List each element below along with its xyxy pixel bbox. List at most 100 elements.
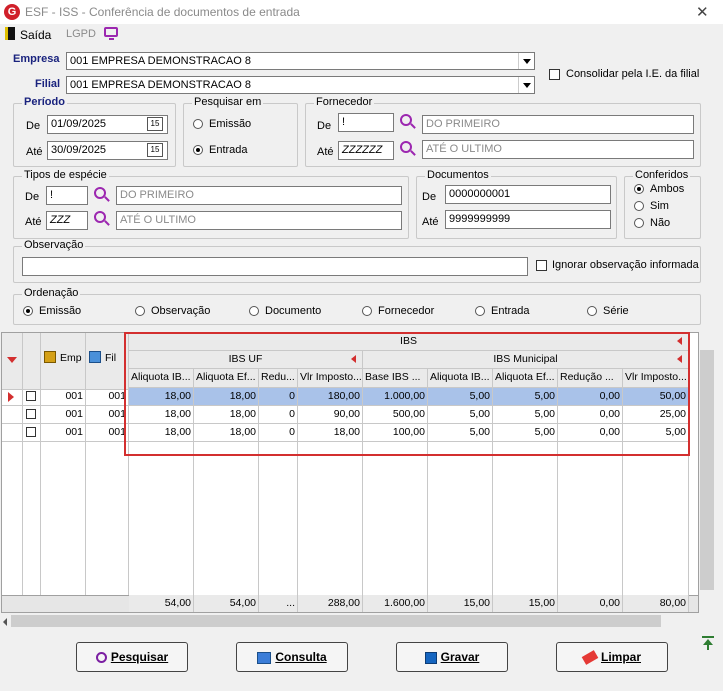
grid-column-line bbox=[622, 442, 623, 595]
grid-column-line bbox=[128, 442, 129, 595]
radio-ambos[interactable] bbox=[634, 184, 644, 194]
documentos-de-label: De bbox=[422, 191, 437, 203]
conferidos-title: Conferidos bbox=[633, 169, 691, 181]
monitor-icon[interactable] bbox=[104, 27, 118, 40]
saida-button[interactable]: Saída bbox=[20, 28, 51, 42]
search-icon[interactable] bbox=[400, 114, 412, 126]
consulta-button[interactable]: Consulta bbox=[236, 642, 348, 672]
scroll-left-icon[interactable] bbox=[3, 618, 7, 626]
ignorar-observacao-checkbox[interactable] bbox=[536, 260, 547, 271]
exit-door-icon[interactable] bbox=[5, 27, 15, 40]
observacao-input[interactable] bbox=[22, 257, 528, 276]
chevron-down-icon[interactable] bbox=[518, 77, 534, 93]
row-indicator[interactable] bbox=[2, 406, 23, 424]
fornecedor-ate-code[interactable]: ZZZZZZ bbox=[338, 141, 394, 160]
radio-ord-documento[interactable] bbox=[249, 306, 259, 316]
row-checkbox[interactable] bbox=[26, 391, 36, 401]
tipos-de-code[interactable]: ! bbox=[46, 186, 88, 205]
grid-column-line bbox=[362, 442, 363, 595]
row-checkbox-cell[interactable] bbox=[23, 388, 41, 406]
empresa-value: 001 EMPRESA DEMONSTRACAO 8 bbox=[70, 55, 251, 67]
consulta-label: Consulta bbox=[275, 650, 327, 664]
empresa-select[interactable]: 001 EMPRESA DEMONSTRACAO 8 bbox=[66, 52, 535, 70]
emp-cell[interactable]: 001 bbox=[41, 388, 86, 406]
emp-cell[interactable]: 001 bbox=[41, 406, 86, 424]
row-checkbox-cell[interactable] bbox=[23, 406, 41, 424]
radio-nao[interactable] bbox=[634, 218, 644, 228]
filial-select[interactable]: 001 EMPRESA DEMONSTRACAO 8 bbox=[66, 76, 535, 94]
tipos-ate-code[interactable]: ZZZ bbox=[46, 211, 88, 230]
fil-cell[interactable]: 001 bbox=[86, 406, 129, 424]
total-cell: 1.600,00 bbox=[363, 595, 428, 612]
fornecedor-ate-code-value: ZZZZZZ bbox=[342, 144, 383, 156]
calendar-icon[interactable]: 15 bbox=[147, 143, 163, 157]
gravar-label: Gravar bbox=[440, 650, 480, 664]
scroll-thumb[interactable] bbox=[11, 615, 661, 627]
search-icon[interactable] bbox=[400, 141, 412, 153]
ordenacao-group: Ordenação bbox=[13, 287, 701, 325]
fornecedor-de-code[interactable]: ! bbox=[338, 113, 394, 132]
fornecedor-ate-name-value: ATÉ O ULTIMO bbox=[426, 143, 502, 155]
chevron-down-icon[interactable] bbox=[518, 53, 534, 69]
radio-ord-serie[interactable] bbox=[587, 306, 597, 316]
fil-cell[interactable]: 001 bbox=[86, 424, 129, 442]
search-icon[interactable] bbox=[94, 187, 106, 199]
arrow-up-green-icon[interactable] bbox=[702, 636, 714, 650]
documentos-de-input[interactable]: 0000000001 bbox=[445, 185, 611, 204]
documentos-ate-value: 9999999999 bbox=[449, 213, 511, 225]
lgpd-button[interactable]: LGPD bbox=[66, 28, 96, 40]
tipos-de-label: De bbox=[25, 191, 40, 203]
total-cell: 54,00 bbox=[194, 595, 259, 612]
filial-label: Filial bbox=[35, 78, 61, 90]
fil-header[interactable]: Fil bbox=[86, 333, 129, 390]
periodo-ate-label: Até bbox=[26, 146, 43, 158]
consolidar-checkbox[interactable] bbox=[549, 69, 560, 80]
fil-header-label: Fil bbox=[105, 352, 117, 364]
radio-ord-entrada[interactable] bbox=[475, 306, 485, 316]
tipos-especie-title: Tipos de espécie bbox=[22, 169, 109, 181]
radio-sim[interactable] bbox=[634, 201, 644, 211]
row-checkbox[interactable] bbox=[26, 427, 36, 437]
radio-ord-fornecedor[interactable] bbox=[362, 306, 372, 316]
documentos-ate-input[interactable]: 9999999999 bbox=[445, 210, 611, 229]
fil-cell[interactable]: 001 bbox=[86, 388, 129, 406]
radio-ord-emissao[interactable] bbox=[23, 306, 33, 316]
radio-emissao[interactable] bbox=[193, 119, 203, 129]
scroll-thumb[interactable] bbox=[700, 350, 714, 590]
fornecedor-de-code-value: ! bbox=[342, 116, 346, 128]
total-cell: 15,00 bbox=[428, 595, 493, 612]
horizontal-scrollbar[interactable] bbox=[1, 613, 699, 630]
fornecedor-ate-label: Até bbox=[317, 146, 334, 158]
limpar-button[interactable]: Limpar bbox=[556, 642, 668, 672]
radio-ord-observacao[interactable] bbox=[135, 306, 145, 316]
pesquisar-label: Pesquisar bbox=[110, 650, 169, 664]
radio-emissao-label: Emissão bbox=[209, 118, 252, 130]
radio-entrada[interactable] bbox=[193, 145, 203, 155]
radio-sim-label: Sim bbox=[650, 200, 669, 212]
radio-entrada-label: Entrada bbox=[209, 144, 248, 156]
periodo-de-label: De bbox=[26, 120, 41, 132]
total-cell: ... bbox=[259, 595, 298, 612]
row-checkbox[interactable] bbox=[26, 409, 36, 419]
pesquisar-button[interactable]: Pesquisar bbox=[76, 642, 188, 672]
radio-ord-entrada-label: Entrada bbox=[491, 305, 530, 317]
close-icon[interactable]: ✕ bbox=[696, 3, 709, 21]
consolidar-label: Consolidar pela I.E. da filial bbox=[566, 68, 700, 80]
grid-column-line bbox=[557, 442, 558, 595]
periodo-ate-value: 30/09/2025 bbox=[51, 144, 107, 156]
gravar-button[interactable]: Gravar bbox=[396, 642, 508, 672]
vertical-scrollbar[interactable] bbox=[699, 332, 716, 613]
row-checkbox-cell[interactable] bbox=[23, 424, 41, 442]
row-indicator[interactable] bbox=[2, 424, 23, 442]
current-row-arrow-icon bbox=[8, 392, 14, 402]
radio-ord-observacao-label: Observação bbox=[151, 305, 211, 317]
tipos-de-name-value: DO PRIMEIRO bbox=[120, 189, 194, 201]
emp-header[interactable]: Emp bbox=[41, 333, 86, 390]
emp-cell[interactable]: 001 bbox=[41, 424, 86, 442]
sort-down-icon[interactable] bbox=[7, 357, 17, 363]
building-blue-icon bbox=[89, 351, 101, 363]
calendar-icon[interactable]: 15 bbox=[147, 117, 163, 131]
search-icon[interactable] bbox=[94, 211, 106, 223]
row-indicator[interactable] bbox=[2, 388, 23, 406]
filial-value: 001 EMPRESA DEMONSTRACAO 8 bbox=[70, 79, 251, 91]
